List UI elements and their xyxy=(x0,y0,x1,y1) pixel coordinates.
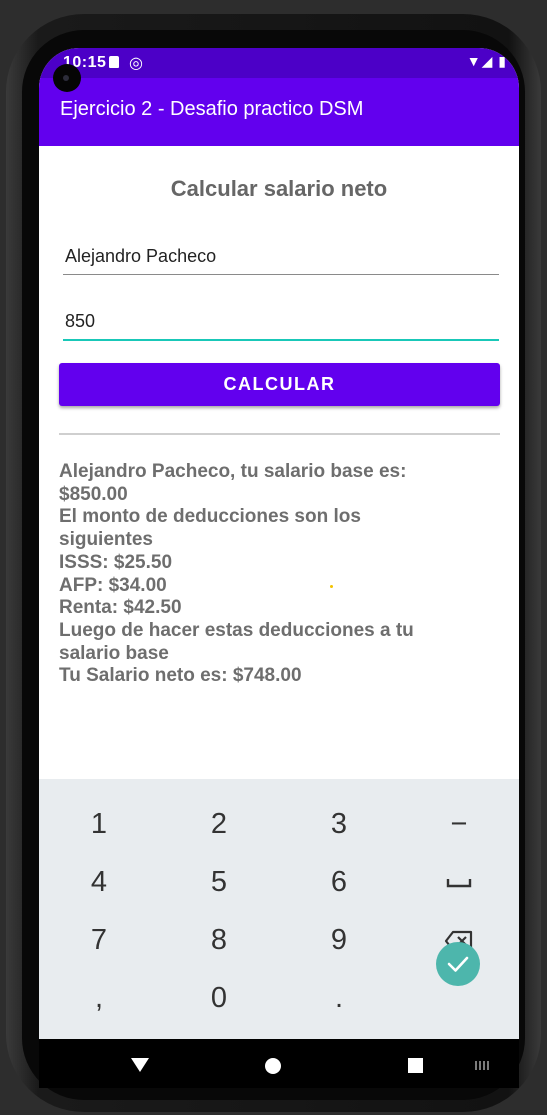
result-line: $850.00 xyxy=(59,483,128,505)
result-line: salario base xyxy=(59,642,169,664)
result-line: Alejandro Pacheco, tu salario base es: xyxy=(59,461,407,482)
name-input[interactable] xyxy=(63,244,499,275)
result-line: Tu Salario neto es: $748.00 xyxy=(59,665,302,687)
home-circle-icon[interactable] xyxy=(265,1058,281,1074)
sd-card-icon xyxy=(109,56,119,68)
key-0[interactable]: 0 xyxy=(159,967,279,1029)
sync-icon: ◎ xyxy=(129,55,143,72)
key-space[interactable] xyxy=(399,851,519,913)
calculate-button[interactable]: CALCULAR xyxy=(59,363,500,406)
numeric-keyboard: 1 2 3 − 4 5 6 7 8 9 , 0 . xyxy=(39,779,519,1039)
key-3[interactable]: 3 xyxy=(279,793,399,855)
divider xyxy=(59,433,500,435)
touch-indicator-dot xyxy=(330,585,333,588)
front-camera xyxy=(53,64,81,92)
key-done[interactable] xyxy=(436,942,480,986)
back-triangle-icon[interactable] xyxy=(131,1058,149,1072)
recents-square-icon[interactable] xyxy=(408,1058,423,1073)
key-1[interactable]: 1 xyxy=(39,793,159,855)
key-2[interactable]: 2 xyxy=(159,793,279,855)
key-period[interactable]: . xyxy=(279,967,399,1029)
signal-battery-icons: ▼◢ ▮ xyxy=(466,53,507,69)
status-bar: 10:15 ◎ ▼◢ ▮ xyxy=(39,48,519,78)
result-text: Alejandro Pacheco, tu salario base es: $… xyxy=(59,461,505,688)
key-8[interactable]: 8 xyxy=(159,909,279,971)
key-minus[interactable]: − xyxy=(399,793,519,855)
keyboard-switch-icon[interactable] xyxy=(475,1061,491,1070)
check-icon xyxy=(447,956,469,972)
key-comma[interactable]: , xyxy=(39,967,159,1029)
key-6[interactable]: 6 xyxy=(279,851,399,913)
space-bar-icon xyxy=(446,879,472,888)
result-line: Luego de hacer estas deducciones a tu xyxy=(59,619,414,641)
result-line: siguientes xyxy=(59,529,153,551)
app-bar: Ejercicio 2 - Desafio practico DSM xyxy=(39,78,519,146)
app-title: Ejercicio 2 - Desafio practico DSM xyxy=(60,98,364,120)
navigation-bar xyxy=(39,1039,519,1088)
device-screen: 10:15 ◎ ▼◢ ▮ Ejercicio 2 - Desafio pract… xyxy=(39,48,519,1088)
key-5[interactable]: 5 xyxy=(159,851,279,913)
result-line: Renta: $42.50 xyxy=(59,597,182,619)
result-line: AFP: $34.00 xyxy=(59,574,167,596)
result-line: ISSS: $25.50 xyxy=(59,551,173,573)
page-heading: Calcular salario neto xyxy=(170,176,388,201)
salary-input[interactable] xyxy=(63,309,499,341)
key-4[interactable]: 4 xyxy=(39,851,159,913)
key-7[interactable]: 7 xyxy=(39,909,159,971)
result-line: El monto de deducciones son los xyxy=(59,506,361,528)
key-9[interactable]: 9 xyxy=(279,909,399,971)
